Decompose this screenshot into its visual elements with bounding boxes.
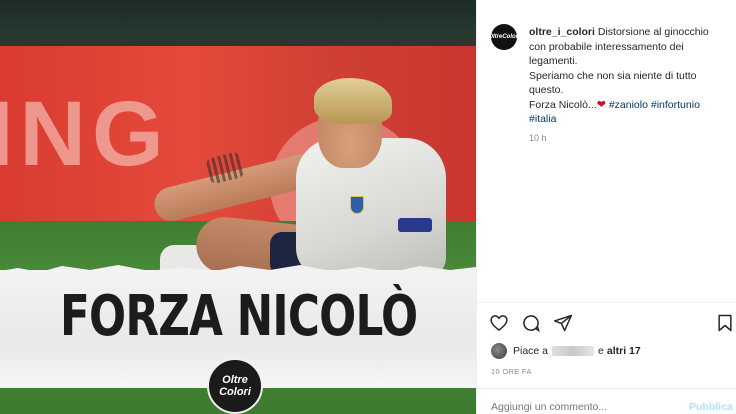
divider <box>477 388 736 389</box>
caption-line-2: con probabile interessamento dei <box>529 40 684 53</box>
red-heart-emoji: ❤ <box>596 98 606 111</box>
hashtag-infortunio[interactable]: #infortunio <box>651 99 700 111</box>
likes-summary: Piace a e altri 17 <box>491 343 641 359</box>
instagram-post-view: ING FORZA NICOLÒ Oltre Colori Oltre Colo… <box>0 0 736 414</box>
author-username[interactable]: oltre_i_colori <box>529 26 595 38</box>
caption-line-4: Speriamo che non sia niente di tutto <box>529 69 697 82</box>
hashtag-italia[interactable]: #italia <box>529 113 556 125</box>
liker-avatar[interactable] <box>491 343 507 359</box>
likes-others-link[interactable]: altri 17 <box>607 345 641 357</box>
caption-line-3: legamenti. <box>529 55 578 67</box>
headline-text: FORZA NICOLÒ <box>60 284 418 349</box>
caption-line-5: questo. <box>529 84 564 96</box>
comment-input[interactable] <box>491 401 671 413</box>
post-caption: oltre_i_colori Distorsione al ginocchio … <box>529 25 729 127</box>
post-image[interactable]: ING FORZA NICOLÒ Oltre Colori <box>0 0 476 414</box>
sleeve-patch <box>398 218 432 232</box>
divider <box>477 302 736 303</box>
action-bar <box>489 313 573 333</box>
post-date: 10 ORE FA <box>491 367 532 376</box>
italy-badge <box>350 196 364 214</box>
blurred-username <box>552 346 595 356</box>
board-text: ING <box>0 83 170 185</box>
comment-icon[interactable] <box>521 313 541 333</box>
post-sidebar: Oltre Colori oltre_i_colori Distorsione … <box>476 0 736 414</box>
bookmark-icon[interactable] <box>715 313 735 333</box>
heart-icon[interactable] <box>489 313 509 333</box>
oltre-colori-logo: Oltre Colori <box>207 358 263 414</box>
hashtag-zaniolo[interactable]: #zaniolo <box>609 99 648 111</box>
caption-line-1: Distorsione al ginocchio <box>597 26 709 38</box>
author-avatar[interactable]: Oltre Colori <box>488 24 520 50</box>
share-icon[interactable] <box>553 313 573 333</box>
caption-time: 10 h <box>529 133 547 143</box>
publish-button[interactable]: Pubblica <box>689 401 733 413</box>
caption-line-6: Forza Nicolò...❤ #zaniolo #infortunio <box>529 98 700 111</box>
